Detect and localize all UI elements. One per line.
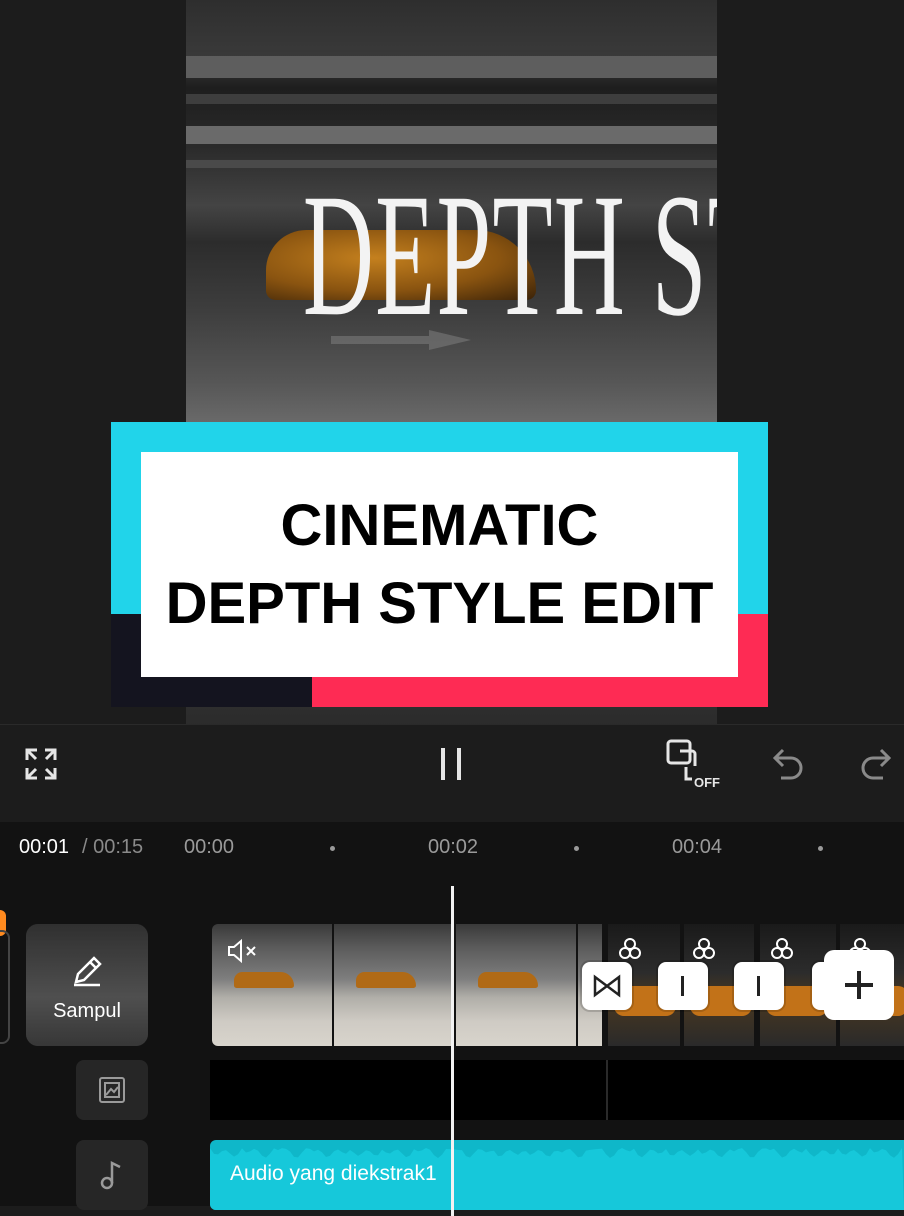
overlay-split xyxy=(606,1060,608,1120)
overlay-track[interactable] xyxy=(210,1060,904,1120)
total-time: / 00:15 xyxy=(82,836,144,858)
title-banner: CINEMATIC DEPTH STYLE EDIT xyxy=(111,422,768,707)
mute-icon xyxy=(228,938,256,964)
plus-icon xyxy=(845,971,873,999)
svg-text:OFF: OFF xyxy=(694,775,720,790)
overlay-track-button[interactable] xyxy=(76,1060,148,1120)
cover-button[interactable]: Sampul xyxy=(26,924,148,1046)
video-track[interactable] xyxy=(212,924,904,1046)
banner-line-2: DEPTH STYLE EDIT xyxy=(165,570,714,636)
playhead[interactable] xyxy=(451,886,454,1216)
bowtie-transition-icon xyxy=(593,974,621,998)
effect-icon xyxy=(693,938,715,959)
music-note-icon xyxy=(100,1160,121,1190)
tick-dot xyxy=(330,846,335,851)
transition-divider-icon xyxy=(681,976,684,996)
undo-button[interactable] xyxy=(766,741,812,787)
tick-dot xyxy=(574,846,579,851)
clip-thumbnail xyxy=(456,924,576,1046)
picture-in-picture-icon xyxy=(99,1077,125,1103)
keyframe-off-icon: OFF xyxy=(666,739,720,790)
transition-button[interactable] xyxy=(734,962,784,1010)
fullscreen-icon xyxy=(25,748,57,780)
tick-label: 00:04 xyxy=(672,836,723,858)
transition-divider-icon xyxy=(757,976,760,996)
add-clip-button[interactable] xyxy=(824,950,894,1020)
redo-button[interactable] xyxy=(852,741,898,787)
effect-icon xyxy=(619,938,641,959)
tick-label: 00:00 xyxy=(184,836,235,858)
audio-label: Audio yang diekstrak1 xyxy=(230,1162,437,1185)
cover-label: Sampul xyxy=(53,1000,121,1022)
video-preview: DEPTH STYLE CINEMATIC DEPTH STYLE EDIT xyxy=(0,0,904,734)
video-title-text: DEPTH STYLE xyxy=(302,158,717,353)
keyframe-toggle-button[interactable]: OFF xyxy=(664,737,724,793)
redo-icon xyxy=(861,748,892,780)
audio-track[interactable]: Audio yang diekstrak1 xyxy=(210,1140,904,1210)
timeline-panel[interactable]: 00:01 / 00:15 00:00 00:02 00:04 Sampul A… xyxy=(0,822,904,1216)
pause-icon xyxy=(441,748,461,780)
tick-label: 00:02 xyxy=(428,836,479,858)
pause-button[interactable] xyxy=(428,741,474,787)
playback-toolbar: OFF xyxy=(0,724,904,823)
current-time: 00:01 xyxy=(19,836,70,858)
track-edge-handle[interactable] xyxy=(0,930,10,1044)
transition-button[interactable] xyxy=(658,962,708,1010)
mute-clip-button[interactable] xyxy=(226,938,258,969)
effect-icon xyxy=(771,938,793,959)
banner-line-1: CINEMATIC xyxy=(280,492,599,558)
undo-icon xyxy=(772,748,803,780)
banner-text-box: CINEMATIC DEPTH STYLE EDIT xyxy=(141,452,738,677)
fullscreen-button[interactable] xyxy=(18,741,64,787)
tick-dot xyxy=(818,846,823,851)
audio-track-button[interactable] xyxy=(76,1140,148,1210)
clip-thumbnail xyxy=(334,924,454,1046)
pencil-icon xyxy=(74,956,102,987)
transition-button[interactable] xyxy=(582,962,632,1010)
